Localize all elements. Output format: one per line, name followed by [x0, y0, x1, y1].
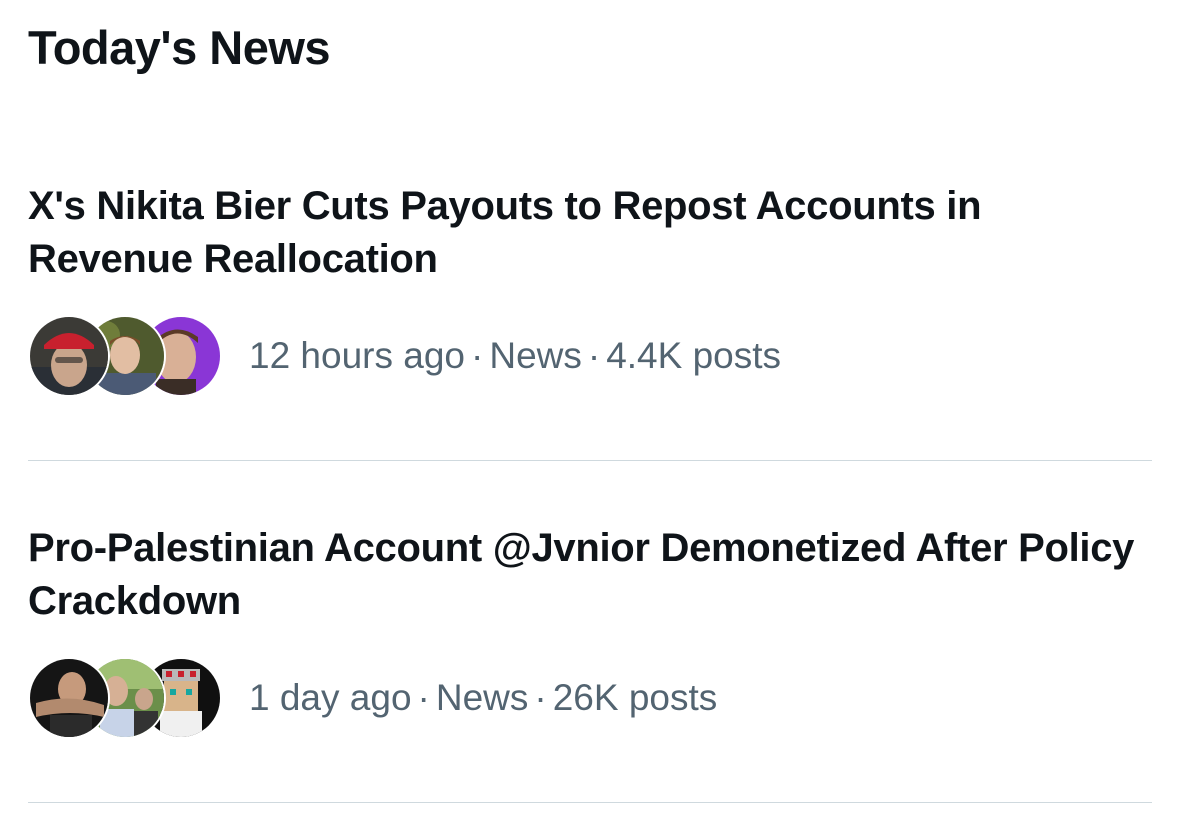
meta-separator: ·	[587, 335, 601, 376]
avatar-stack	[28, 315, 222, 397]
meta-separator: ·	[417, 677, 430, 718]
story-meta-row: 12 hours ago · News · 4.4K posts	[28, 315, 781, 397]
section-title: Today's News	[28, 21, 331, 74]
story-post-count: 4.4K posts	[606, 335, 782, 376]
avatar-person-dark-background-icon	[30, 659, 108, 737]
story-meta-row: 1 day ago · News · 26K posts	[28, 657, 717, 739]
story-post-count: 26K posts	[552, 677, 718, 718]
news-story[interactable]: X's Nikita Bier Cuts Payouts to Repost A…	[28, 180, 1152, 461]
avatar-person-red-cap-icon	[30, 317, 108, 395]
avatar	[28, 657, 110, 739]
divider	[28, 460, 1152, 461]
news-story[interactable]: Pro-Palestinian Account @Jvnior Demoneti…	[28, 522, 1152, 803]
story-meta: 12 hours ago · News · 4.4K posts	[249, 335, 781, 377]
story-category: News	[489, 335, 582, 376]
story-category: News	[435, 677, 529, 718]
divider	[28, 802, 1152, 803]
story-headline[interactable]: X's Nikita Bier Cuts Payouts to Repost A…	[28, 180, 1138, 286]
story-time: 12 hours ago	[249, 335, 466, 376]
story-time: 1 day ago	[249, 677, 412, 718]
story-meta: 1 day ago · News · 26K posts	[249, 677, 717, 719]
meta-separator: ·	[471, 335, 484, 376]
avatar	[28, 315, 110, 397]
avatar-stack	[28, 657, 222, 739]
story-headline[interactable]: Pro-Palestinian Account @Jvnior Demoneti…	[28, 522, 1138, 628]
meta-separator: ·	[534, 677, 547, 718]
